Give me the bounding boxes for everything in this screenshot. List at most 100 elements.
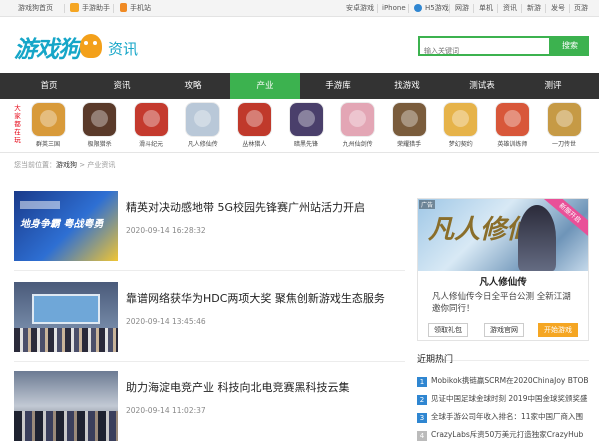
game-icon[interactable] [341, 103, 375, 136]
h5-icon [414, 4, 422, 12]
divider [473, 4, 474, 13]
article-item[interactable]: 地身争霸 粤战粤勇 精英对决动感地带 5G校园先锋赛广州站活力开启 2020-0… [14, 191, 405, 271]
article-title[interactable]: 靠谱网络获华为HDC两项大奖 聚焦创新游戏生态服务 [126, 290, 385, 306]
game-name: 极限猎杀 [87, 141, 112, 148]
game-name: 梦幻契约 [448, 141, 473, 148]
nav-item-guides[interactable]: 攻略 [164, 73, 222, 99]
recent-item[interactable]: 4 CrazyLabs斥资50万美元打造独家CrazyHub [417, 429, 599, 443]
game-tile[interactable]: 群英三国 [29, 103, 67, 148]
divider [64, 4, 65, 13]
article-thumbnail[interactable]: 地身争霸 粤战粤勇 [14, 191, 118, 261]
game-icon[interactable] [186, 103, 220, 136]
topbar-link-phone-helper[interactable]: 手游助手 [70, 0, 110, 17]
nav-item-industry[interactable]: 产业 [230, 73, 300, 99]
promo-game-description: 凡人修仙传今日全平台公测 全新江湖邀你同行！ [432, 292, 571, 314]
recent-item[interactable]: 1 Mobikok携链赢SCRM在2020ChinaJoy BTOB [417, 375, 599, 389]
topbar-link-webgames[interactable]: 页游 [574, 0, 588, 17]
game-tile[interactable]: 暗黑先锋 [287, 103, 325, 148]
logo-sub-text: 资讯 [108, 40, 139, 58]
article-item[interactable]: 靠谱网络获华为HDC两项大奖 聚焦创新游戏生态服务 2020-09-14 13:… [14, 282, 405, 362]
game-name: 滑斗纪元 [139, 141, 164, 148]
game-tile[interactable]: 梦幻契约 [442, 103, 480, 148]
game-banner-logo: 凡人修仙 [428, 215, 533, 245]
game-name: 暗黑先锋 [293, 141, 318, 148]
breadcrumb-sep: > [77, 161, 88, 169]
thumbnail-crowd [14, 411, 118, 441]
search-button[interactable]: 搜索 [551, 36, 589, 56]
popular-games-bar: 大家都在玩 群英三国 极限猎杀 滑斗纪元 凡人修仙传 丛林猎人 暗黑先锋 九州仙剑传 荣耀猎手… [0, 99, 599, 153]
nav-item-test-schedule[interactable]: 测试表 [453, 73, 511, 99]
recent-item[interactable]: 3 全球手游公司年收入排名：11家中国厂商入围 [417, 411, 599, 425]
top-bar: 游戏狗首页 手游助手 手机站 安卓游戏 iPhone H5游戏 网游 单机 资讯… [0, 0, 599, 17]
topbar-link-android[interactable]: 安卓游戏 [346, 0, 374, 17]
article-thumbnail[interactable] [14, 371, 118, 441]
game-icon[interactable] [134, 103, 168, 136]
game-tile[interactable]: 一刀传世 [545, 103, 583, 148]
main-nav: 首页 资讯 攻略 产业 手游库 找游戏 测试表 测评 [0, 73, 599, 99]
article-item[interactable]: 助力海淀电竞产业 科技向北电竞赛黑科技云集 2020-09-14 11:02:3… [14, 371, 405, 448]
article-title[interactable]: 精英对决动感地带 5G校园先锋赛广州站活力开启 [126, 199, 365, 215]
game-tile[interactable]: 极限猎杀 [81, 103, 119, 148]
game-tile[interactable]: 丛林猎人 [235, 103, 273, 148]
game-tile[interactable]: 凡人修仙传 [184, 103, 222, 148]
topbar-link-online[interactable]: 网游 [455, 0, 469, 17]
game-name: 英雄训练师 [497, 141, 528, 148]
nav-item-reviews[interactable]: 测评 [524, 73, 582, 99]
breadcrumb: 您当前位置：游戏狗 > 产业资讯 [14, 160, 115, 170]
thumbnail-text: 地身争霸 粤战粤勇 [20, 219, 104, 230]
topbar-link-home[interactable]: 游戏狗首页 [18, 0, 53, 17]
divider [545, 4, 546, 13]
nav-item-find-games[interactable]: 找游戏 [378, 73, 436, 99]
official-site-button[interactable]: 游戏官网 [484, 323, 524, 337]
topbar-link-news[interactable]: 资讯 [503, 0, 517, 17]
popular-games-label: 大家都在玩 [14, 104, 21, 144]
game-tile[interactable]: 九州仙剑传 [339, 103, 377, 148]
topbar-link-label: H5游戏 [425, 4, 449, 12]
topbar-link-iphone[interactable]: iPhone [382, 0, 406, 17]
article-date: 2020-09-14 13:45:46 [126, 317, 206, 326]
game-name: 丛林猎人 [242, 141, 267, 148]
game-icon[interactable] [31, 103, 65, 136]
search-input[interactable] [420, 43, 549, 59]
promo-game-title[interactable]: 凡人修仙传 [418, 274, 588, 288]
article-date: 2020-09-14 11:02:37 [126, 406, 206, 415]
article-title[interactable]: 助力海淀电竞产业 科技向北电竞赛黑科技云集 [126, 379, 350, 395]
recent-item-text: CrazyLabs斥资50万美元打造独家CrazyHub [431, 430, 584, 439]
recent-item[interactable]: 2 见证中国足球金球时刻 2019中国金球奖颁奖盛 [417, 393, 599, 407]
game-icon[interactable] [289, 103, 323, 136]
recent-item-text: 全球手游公司年收入排名：11家中国厂商入围 [431, 412, 584, 421]
game-tile[interactable]: 英雄训练师 [493, 103, 531, 148]
divider [569, 4, 570, 13]
site-logo[interactable]: 游戏狗 资讯 [14, 30, 164, 64]
divider [497, 4, 498, 13]
game-icon[interactable] [444, 103, 478, 136]
game-icon[interactable] [83, 103, 117, 136]
game-tile[interactable]: 滑斗纪元 [132, 103, 170, 148]
breadcrumb-home[interactable]: 游戏狗 [56, 161, 77, 169]
get-gift-button[interactable]: 领取礼包 [428, 323, 468, 337]
nav-item-game-library[interactable]: 手游库 [309, 73, 367, 99]
dog-mascot-icon [80, 34, 102, 58]
article-thumbnail[interactable] [14, 282, 118, 352]
game-icon[interactable] [237, 103, 271, 136]
game-tile[interactable]: 荣耀猎手 [390, 103, 428, 148]
topbar-link-mobile-site[interactable]: 手机站 [120, 0, 151, 17]
rank-number: 2 [417, 395, 427, 405]
topbar-link-newgames[interactable]: 新游 [527, 0, 541, 17]
game-icon[interactable] [392, 103, 426, 136]
nav-item-news[interactable]: 资讯 [93, 73, 151, 99]
start-game-button[interactable]: 开始游戏 [538, 323, 578, 337]
game-icon[interactable] [495, 103, 529, 136]
topbar-link-codes[interactable]: 发号 [551, 0, 565, 17]
topbar-link-h5[interactable]: H5游戏 [414, 0, 449, 17]
divider [449, 4, 450, 13]
game-icon[interactable] [547, 103, 581, 136]
topbar-link-single[interactable]: 单机 [479, 0, 493, 17]
breadcrumb-current[interactable]: 产业资讯 [87, 161, 115, 169]
search-box [418, 36, 551, 59]
ad-label: 广告 [419, 200, 436, 209]
nav-item-home[interactable]: 首页 [20, 73, 78, 99]
game-banner-image[interactable]: 广告 凡人修仙 新服开启 [418, 199, 588, 271]
rank-number: 1 [417, 377, 427, 387]
divider [521, 4, 522, 13]
